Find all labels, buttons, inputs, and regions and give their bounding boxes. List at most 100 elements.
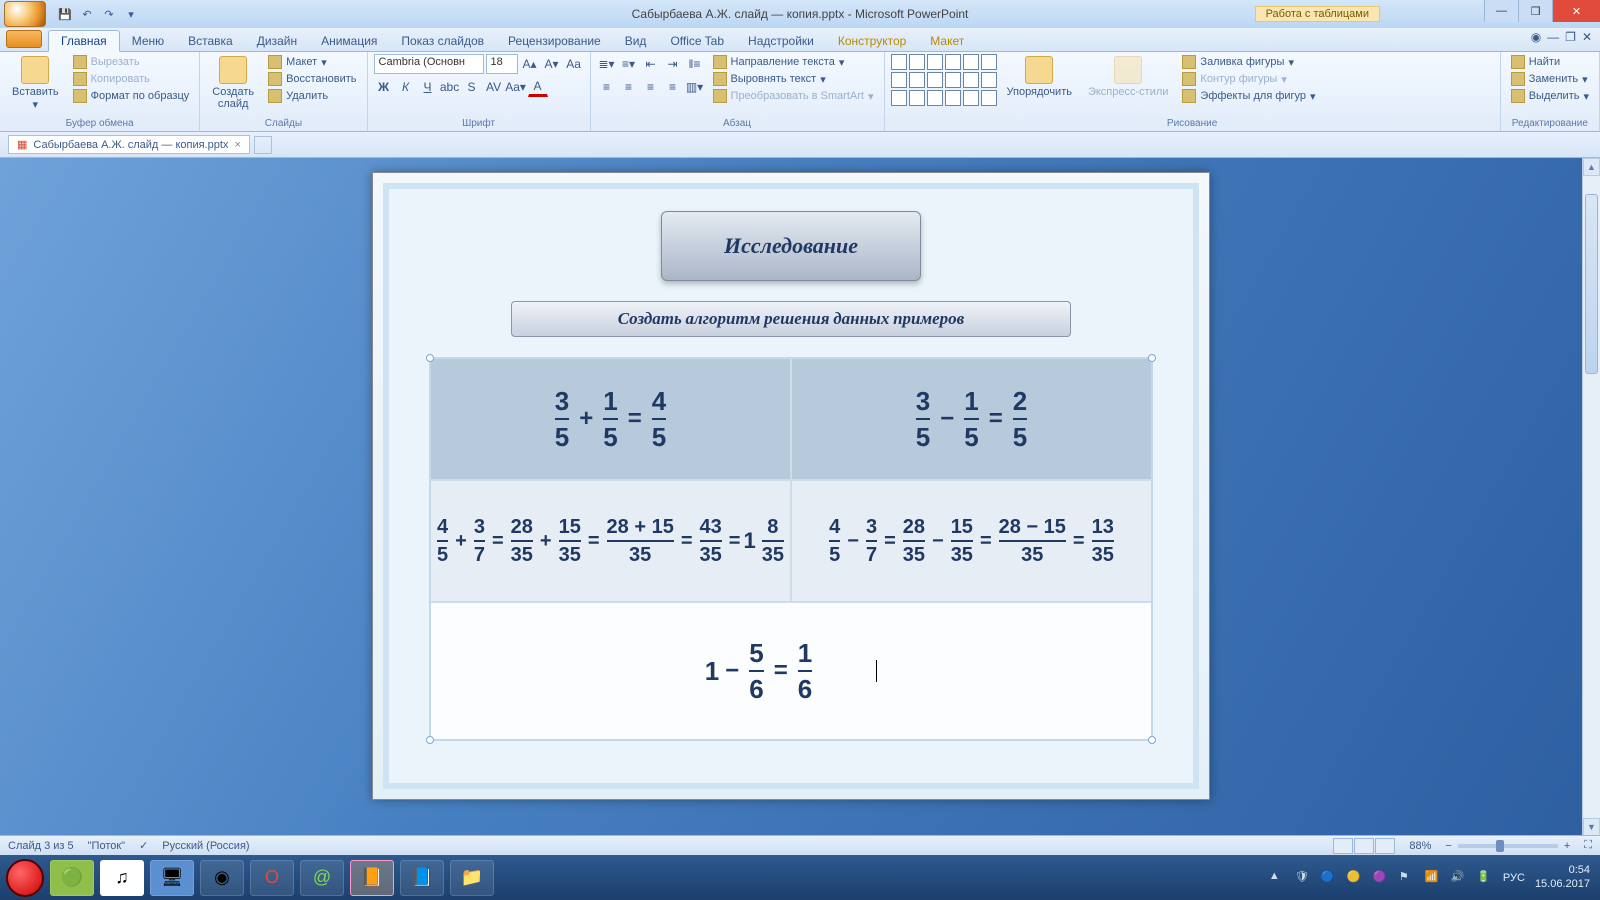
slide-subtitle-shape[interactable]: Создать алгоритм решения данных примеров (511, 301, 1071, 337)
taskbar-app[interactable]: 🖥 (150, 860, 194, 896)
quick-styles-button[interactable]: Экспресс-стили (1082, 54, 1174, 100)
language-indicator[interactable]: Русский (Россия) (162, 840, 249, 852)
normal-view-button[interactable] (1333, 838, 1353, 854)
zoom-out-icon[interactable]: − (1445, 840, 1451, 852)
tray-icon[interactable]: 🟣 (1373, 870, 1389, 886)
selection-handle[interactable] (1148, 736, 1156, 744)
new-slide-button[interactable]: Создать слайд (206, 54, 260, 112)
shape-icon[interactable] (891, 54, 907, 70)
office-tab-stub[interactable] (6, 30, 42, 48)
save-icon[interactable]: 💾 (56, 5, 74, 23)
zoom-in-icon[interactable]: + (1564, 840, 1570, 852)
tab-review[interactable]: Рецензирование (496, 31, 613, 51)
copy-button[interactable]: Копировать (69, 71, 194, 87)
start-button[interactable] (6, 859, 44, 897)
slide-title-shape[interactable]: Исследование (661, 211, 921, 281)
columns-button[interactable]: ▥▾ (685, 77, 705, 97)
slide-canvas-area[interactable]: Исследование Создать алгоритм решения да… (0, 158, 1582, 872)
find-button[interactable]: Найти (1507, 54, 1593, 70)
shape-fill-button[interactable]: Заливка фигуры▾ (1178, 54, 1319, 70)
arrange-button[interactable]: Упорядочить (1001, 54, 1078, 100)
close-doc-icon[interactable]: ✕ (1582, 30, 1592, 44)
tab-home[interactable]: Главная (48, 30, 120, 52)
select-button[interactable]: Выделить▾ (1507, 88, 1593, 104)
strike-button[interactable]: abc (440, 77, 460, 97)
tab-table-design[interactable]: Конструктор (826, 31, 918, 51)
taskbar-app[interactable]: @ (300, 860, 344, 896)
clock[interactable]: 0:54 15.06.2017 (1535, 864, 1594, 890)
slideshow-view-button[interactable] (1375, 838, 1395, 854)
tab-menu[interactable]: Меню (120, 31, 176, 51)
align-left-button[interactable]: ≡ (597, 77, 617, 97)
shrink-font-icon[interactable]: A▾ (542, 54, 562, 74)
underline-button[interactable]: Ч (418, 77, 438, 97)
dec-indent-button[interactable]: ⇤ (641, 54, 661, 74)
layout-button[interactable]: Макет▾ (264, 54, 360, 70)
grow-font-icon[interactable]: A▴ (520, 54, 540, 74)
spellcheck-icon[interactable]: ✓ (139, 839, 148, 852)
zoom-slider[interactable]: − + (1445, 840, 1570, 852)
network-icon[interactable]: 📶 (1425, 870, 1441, 886)
shadow-button[interactable]: S (462, 77, 482, 97)
taskbar-opera[interactable]: O (250, 860, 294, 896)
volume-icon[interactable]: 🔊 (1451, 870, 1467, 886)
shapes-gallery[interactable] (891, 54, 997, 106)
taskbar-app[interactable]: ♫ (100, 860, 144, 896)
selection-handle[interactable] (1148, 354, 1156, 362)
minimize-button[interactable]: — (1484, 0, 1518, 22)
align-center-button[interactable]: ≡ (619, 77, 639, 97)
scroll-up-icon[interactable]: ▲ (1583, 158, 1600, 176)
maximize-button[interactable]: ❐ (1518, 0, 1552, 22)
bold-button[interactable]: Ж (374, 77, 394, 97)
redo-icon[interactable]: ↷ (100, 5, 118, 23)
text-direction-button[interactable]: Направление текста▾ (709, 54, 878, 70)
tab-addins[interactable]: Надстройки (736, 31, 826, 51)
selection-handle[interactable] (426, 354, 434, 362)
document-tab[interactable]: ▦ Сабырбаева А.Ж. слайд — копия.pptx × (8, 135, 250, 154)
inc-indent-button[interactable]: ⇥ (663, 54, 683, 74)
align-right-button[interactable]: ≡ (641, 77, 661, 97)
taskbar-powerpoint[interactable]: 📙 (350, 860, 394, 896)
table-cell[interactable]: 35 + 15 = 45 (431, 359, 792, 479)
min-ribbon-icon[interactable]: — (1547, 30, 1559, 44)
shape-outline-button[interactable]: Контур фигуры▾ (1178, 71, 1319, 87)
input-language[interactable]: РУС (1503, 872, 1525, 884)
align-text-button[interactable]: Выровнять текст▾ (709, 71, 878, 87)
table-cell[interactable]: 45 − 37 = 2835 − 1535 = 28 − 1535 = 1335 (792, 481, 1151, 601)
taskbar-word[interactable]: 📘 (400, 860, 444, 896)
tab-table-layout[interactable]: Макет (918, 31, 976, 51)
tray-icon[interactable]: 🟡 (1347, 870, 1363, 886)
tray-icon[interactable]: 🛡 (1295, 870, 1311, 886)
sorter-view-button[interactable] (1354, 838, 1374, 854)
font-size-combo[interactable]: 18 (486, 54, 518, 74)
tab-slideshow[interactable]: Показ слайдов (389, 31, 496, 51)
line-spacing-button[interactable]: ‖≡ (685, 54, 705, 74)
fit-window-icon[interactable]: ⛶ (1584, 839, 1592, 852)
numbering-button[interactable]: ≡▾ (619, 54, 639, 74)
scroll-down-icon[interactable]: ▼ (1583, 818, 1600, 836)
undo-icon[interactable]: ↶ (78, 5, 96, 23)
font-name-combo[interactable]: Cambria (Основн (374, 54, 484, 74)
zoom-thumb[interactable] (1496, 840, 1504, 852)
format-painter-button[interactable]: Формат по образцу (69, 88, 194, 104)
slide[interactable]: Исследование Создать алгоритм решения да… (372, 172, 1210, 800)
restore-doc-icon[interactable]: ❐ (1565, 30, 1576, 44)
cut-button[interactable]: Вырезать (69, 54, 194, 70)
reset-button[interactable]: Восстановить (264, 71, 360, 87)
close-button[interactable]: ✕ (1552, 0, 1600, 22)
replace-button[interactable]: Заменить▾ (1507, 71, 1593, 87)
math-table[interactable]: 35 + 15 = 45 35 − 15 = 25 (429, 357, 1153, 741)
close-tab-icon[interactable]: × (234, 139, 240, 151)
taskbar-app[interactable]: 🟢 (50, 860, 94, 896)
clear-format-icon[interactable]: Aa (564, 54, 584, 74)
justify-button[interactable]: ≡ (663, 77, 683, 97)
delete-button[interactable]: Удалить (264, 88, 360, 104)
table-row[interactable]: 1 − 56 = 16 (431, 603, 1151, 739)
help-icon[interactable]: ◉ (1531, 30, 1541, 44)
battery-icon[interactable]: 🔋 (1477, 870, 1493, 886)
shape-effects-button[interactable]: Эффекты для фигур▾ (1178, 88, 1319, 104)
tray-icon[interactable]: ⚑ (1399, 870, 1415, 886)
qat-more-icon[interactable]: ▾ (122, 5, 140, 23)
bullets-button[interactable]: ≣▾ (597, 54, 617, 74)
change-case-button[interactable]: Aa▾ (506, 77, 526, 97)
